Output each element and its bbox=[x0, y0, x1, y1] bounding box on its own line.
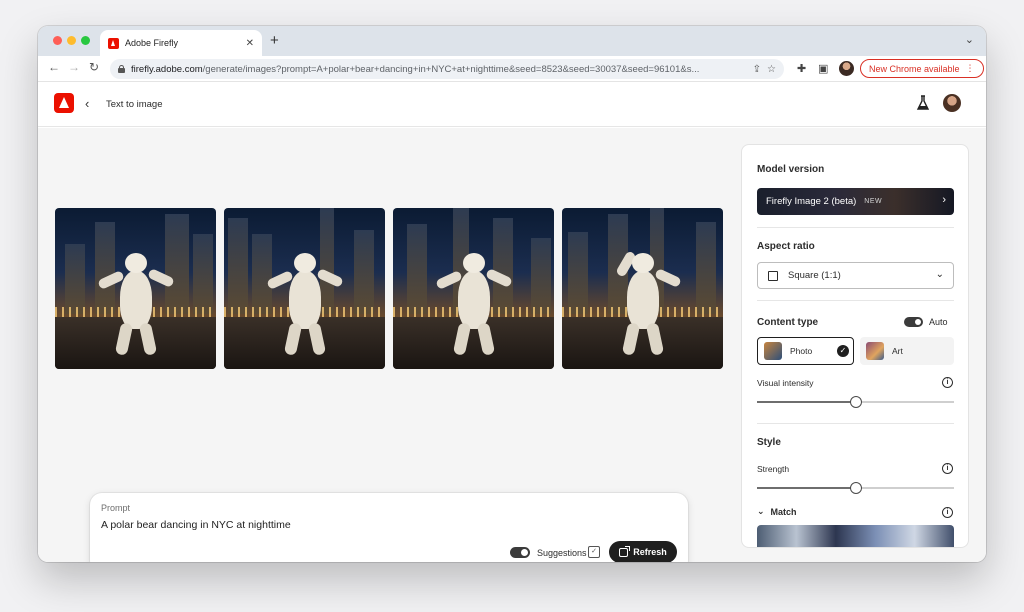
suggestions-toggle[interactable] bbox=[510, 547, 530, 558]
photo-thumbnail bbox=[764, 342, 782, 360]
url-text: firefly.adobe.com/generate/images?prompt… bbox=[131, 64, 747, 75]
model-version-button[interactable]: Firefly Image 2 (beta) NEW › bbox=[757, 188, 954, 215]
kebab-menu-icon: ⋮ bbox=[966, 63, 975, 74]
aspect-ratio-select[interactable]: Square (1:1) ⌄ bbox=[757, 262, 954, 289]
divider bbox=[757, 423, 954, 424]
square-icon bbox=[768, 271, 778, 281]
prompt-input[interactable]: A polar bear dancing in NYC at nighttime bbox=[101, 519, 291, 531]
slider-thumb[interactable] bbox=[850, 396, 862, 408]
refresh-button[interactable]: Refresh bbox=[609, 541, 677, 562]
open-external-icon bbox=[619, 548, 628, 557]
model-version-title: Model version bbox=[757, 164, 824, 175]
maximize-window-button[interactable] bbox=[81, 36, 90, 45]
info-icon[interactable]: i bbox=[942, 377, 953, 388]
back-arrow-icon[interactable]: ← bbox=[46, 60, 62, 74]
flask-icon[interactable] bbox=[916, 95, 930, 111]
image-gallery bbox=[55, 208, 723, 369]
prompt-label: Prompt bbox=[101, 503, 130, 513]
photo-label: Photo bbox=[790, 346, 812, 356]
share-icon[interactable]: ⇪ bbox=[753, 64, 761, 75]
auto-label: Auto bbox=[929, 317, 948, 327]
art-label: Art bbox=[892, 346, 903, 356]
match-label: Match bbox=[771, 507, 797, 517]
generated-image-4[interactable] bbox=[562, 208, 723, 369]
art-thumbnail bbox=[866, 342, 884, 360]
content-type-photo[interactable]: Photo ✓ bbox=[757, 337, 854, 365]
chevron-down-icon: ⌄ bbox=[936, 269, 944, 280]
model-version-value: Firefly Image 2 (beta) bbox=[766, 196, 856, 207]
back-chevron-icon[interactable]: ‹ bbox=[85, 96, 89, 111]
address-bar[interactable]: firefly.adobe.com/generate/images?prompt… bbox=[110, 59, 784, 79]
suggestions-settings-icon[interactable]: ✓ bbox=[588, 546, 600, 558]
extensions-puzzle-icon[interactable]: ✚ bbox=[797, 62, 806, 75]
app-header: ‹ Text to image bbox=[38, 83, 986, 127]
checkmark-icon: ✓ bbox=[837, 345, 849, 357]
new-chrome-label: New Chrome available bbox=[869, 64, 960, 74]
chevron-down-icon: ⌄ bbox=[757, 506, 765, 517]
bookmark-star-icon[interactable]: ☆ bbox=[767, 64, 776, 75]
aspect-ratio-value: Square (1:1) bbox=[788, 270, 841, 281]
lock-icon[interactable] bbox=[118, 65, 125, 73]
browser-toolbar: ← → ↻ firefly.adobe.com/generate/images?… bbox=[38, 56, 986, 82]
tab-close-icon[interactable]: ✕ bbox=[246, 38, 254, 49]
tab-title: Adobe Firefly bbox=[125, 38, 240, 48]
user-avatar[interactable] bbox=[943, 94, 961, 112]
prompt-card: Prompt A polar bear dancing in NYC at ni… bbox=[90, 493, 688, 562]
page-title: Text to image bbox=[106, 99, 163, 110]
strength-slider[interactable] bbox=[757, 487, 954, 489]
profile-avatar[interactable] bbox=[839, 61, 854, 76]
divider bbox=[757, 300, 954, 301]
info-icon[interactable]: i bbox=[942, 463, 953, 474]
refresh-label: Refresh bbox=[633, 547, 667, 557]
visual-intensity-label: Visual intensity bbox=[757, 378, 814, 388]
content-type-art[interactable]: Art bbox=[860, 337, 954, 365]
style-title: Style bbox=[757, 437, 781, 448]
generated-image-1[interactable] bbox=[55, 208, 216, 369]
browser-tab[interactable]: Adobe Firefly ✕ bbox=[100, 30, 262, 56]
chevron-right-icon: › bbox=[942, 194, 946, 206]
aspect-ratio-title: Aspect ratio bbox=[757, 241, 815, 252]
suggestions-label: Suggestions bbox=[537, 548, 587, 558]
adobe-favicon-icon bbox=[108, 38, 119, 49]
match-reference-image[interactable] bbox=[757, 525, 954, 548]
tab-strip: Adobe Firefly ✕ + ⌄ bbox=[38, 26, 986, 56]
divider bbox=[757, 227, 954, 228]
new-chrome-available-button[interactable]: New Chrome available ⋮ bbox=[860, 59, 984, 78]
new-tab-button[interactable]: + bbox=[270, 32, 279, 49]
new-badge: NEW bbox=[864, 198, 882, 205]
adobe-logo-icon[interactable] bbox=[54, 93, 74, 113]
visual-intensity-slider[interactable] bbox=[757, 401, 954, 403]
close-window-button[interactable] bbox=[53, 36, 62, 45]
browser-window: Adobe Firefly ✕ + ⌄ ← → ↻ firefly.adobe.… bbox=[38, 26, 986, 562]
settings-panel: Model version Firefly Image 2 (beta) NEW… bbox=[741, 144, 969, 548]
slider-thumb[interactable] bbox=[850, 482, 862, 494]
info-icon[interactable]: i bbox=[942, 507, 953, 518]
strength-label: Strength bbox=[757, 464, 789, 474]
generated-image-3[interactable] bbox=[393, 208, 554, 369]
forward-arrow-icon[interactable]: → bbox=[66, 60, 82, 74]
minimize-window-button[interactable] bbox=[67, 36, 76, 45]
match-toggle[interactable]: ⌄ Match bbox=[757, 506, 797, 517]
generated-image-2[interactable] bbox=[224, 208, 385, 369]
tab-search-chevron-icon[interactable]: ⌄ bbox=[965, 33, 974, 46]
content-type-title: Content type bbox=[757, 317, 818, 328]
reload-icon[interactable]: ↻ bbox=[86, 60, 102, 74]
side-panel-icon[interactable]: ▣ bbox=[818, 62, 828, 75]
auto-toggle[interactable] bbox=[904, 317, 923, 327]
main-canvas: Prompt A polar bear dancing in NYC at ni… bbox=[38, 128, 986, 562]
